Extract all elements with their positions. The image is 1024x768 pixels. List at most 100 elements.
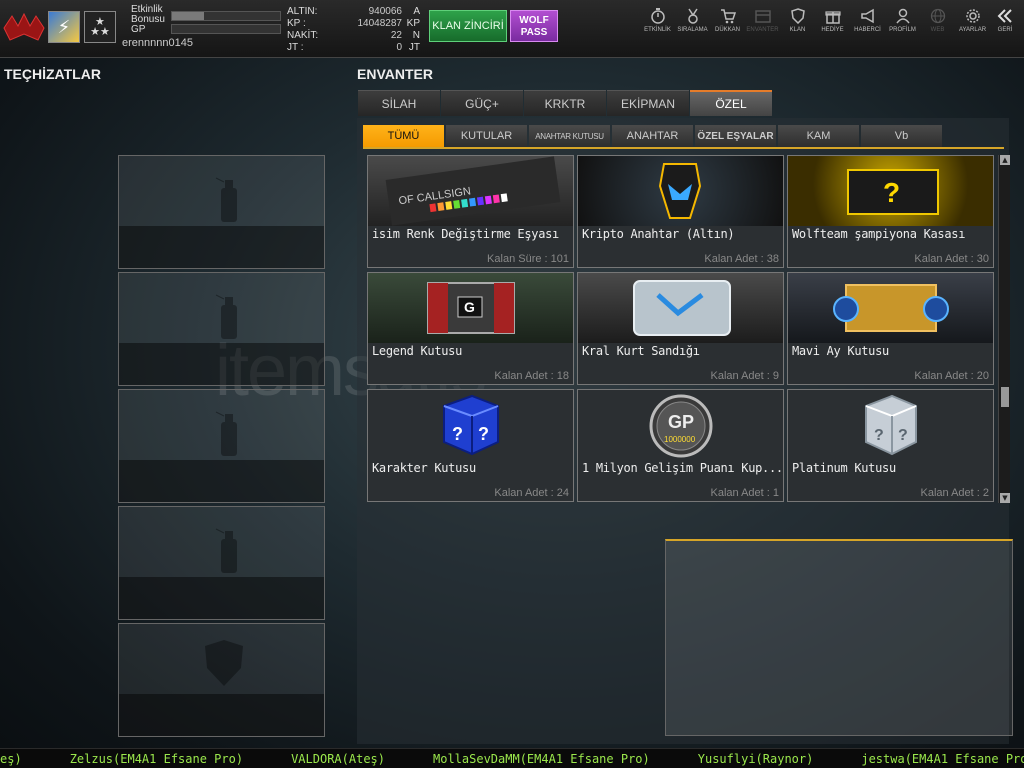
gift-icon bbox=[824, 11, 841, 24]
tab-guc[interactable]: GÜÇ+ bbox=[441, 90, 523, 116]
ticker-entry: VALDORA(Ateş) bbox=[291, 751, 385, 766]
subtab-anahtar-kutusu[interactable]: ANAHTAR KUTUSU bbox=[529, 125, 610, 147]
rank-emblem-icon[interactable]: ⚡ bbox=[48, 11, 80, 43]
nav-ayarlar[interactable]: AYARLAR bbox=[955, 8, 990, 33]
subtab-ozel-esyalar[interactable]: ÖZEL EŞYALAR bbox=[695, 125, 776, 147]
shield-icon bbox=[205, 640, 243, 686]
equip-slot-spray-1[interactable] bbox=[118, 155, 325, 269]
svg-text:GP: GP bbox=[668, 412, 694, 432]
tab-ekipman[interactable]: EKİPMAN bbox=[607, 90, 689, 116]
equip-slot-spray-2[interactable] bbox=[118, 272, 325, 386]
currency-row-jt: JT :0 JT bbox=[287, 42, 420, 53]
nav-siralama[interactable]: SIRALAMA bbox=[675, 8, 710, 33]
nav-klan[interactable]: KLAN bbox=[780, 8, 815, 33]
crypto-key-icon bbox=[578, 156, 783, 226]
inventory-item[interactable]: Mavi Ay Kutusu Kalan Adet : 20 bbox=[787, 272, 994, 385]
scroll-thumb[interactable] bbox=[1001, 387, 1009, 407]
blue-moon-chest-icon bbox=[788, 273, 993, 343]
subtab-kam[interactable]: KAM bbox=[778, 125, 859, 147]
currency-panel: ALTIN: 940066 A KP :14048287 KP NAKİT: 22 N J… bbox=[287, 6, 422, 54]
double-chevron-left-icon bbox=[997, 9, 1012, 23]
subtab-kutular[interactable]: KUTULAR bbox=[446, 125, 527, 147]
top-bar: ⚡ ★ ★★ Etkinlik Bonusu GP erennnnn0145 AL… bbox=[0, 0, 1024, 58]
inventory-tabs: SİLAH GÜÇ+ KRKTR EKİPMAN ÖZEL bbox=[358, 90, 773, 116]
spray-can-icon bbox=[215, 528, 237, 573]
inventory-icon bbox=[754, 10, 771, 23]
stopwatch-icon bbox=[650, 8, 665, 24]
tab-krktr[interactable]: KRKTR bbox=[524, 90, 606, 116]
nav-hediye[interactable]: HEDİYE bbox=[815, 8, 850, 33]
currency-row-nakit: NAKİT: 22 N bbox=[287, 30, 420, 41]
inventory-item[interactable]: G Legend Kutusu Kalan Adet : 18 bbox=[367, 272, 574, 385]
gp-label: GP bbox=[131, 24, 146, 35]
username: erennnnn0145 bbox=[122, 37, 193, 49]
nav-dukkan[interactable]: DÜKKAN bbox=[710, 8, 745, 33]
blue-mystery-box-icon: ?? bbox=[368, 390, 573, 460]
inventory-item[interactable]: GP 1000000 1 Milyon Gelişim Puanı Kup... … bbox=[577, 389, 784, 502]
equip-slot-emblem[interactable] bbox=[118, 623, 325, 737]
tab-silah[interactable]: SİLAH bbox=[358, 90, 440, 116]
silver-chest-icon bbox=[578, 273, 783, 343]
klan-zinciri-button[interactable]: KLAN ZİNCİRİ bbox=[429, 10, 507, 42]
ticker-entry: eş) bbox=[0, 751, 22, 766]
nav-haberci[interactable]: HABERCİ bbox=[850, 8, 885, 33]
ticker-entry: jestwa(EM4A1 Efsane Pro) bbox=[861, 751, 1024, 766]
inventory-title: ENVANTER bbox=[357, 66, 433, 82]
inventory-item[interactable]: ? Wolfteam şampiyona Kasası Kalan Adet :… bbox=[787, 155, 994, 268]
item-detail-box bbox=[665, 539, 1013, 736]
equip-slot-spray-4[interactable] bbox=[118, 506, 325, 620]
svg-text:?: ? bbox=[478, 424, 489, 444]
megaphone-icon bbox=[860, 8, 874, 24]
inventory-item[interactable]: ?? Karakter Kutusu Kalan Adet : 24 bbox=[367, 389, 574, 502]
wolf-pass-button[interactable]: WOLF PASS bbox=[510, 10, 558, 42]
subtab-tumu[interactable]: TÜMÜ bbox=[363, 125, 444, 147]
svg-text:1000000: 1000000 bbox=[664, 435, 696, 444]
subtab-vb[interactable]: Vb bbox=[861, 125, 942, 147]
nav-envanter[interactable]: ENVANTER bbox=[745, 8, 780, 33]
ticker-entry: Yusuflyi(Raynor) bbox=[697, 751, 814, 766]
ticker-entry: Zelzus(EM4A1 Efsane Pro) bbox=[69, 751, 244, 766]
top-nav: ETKİNLİK SIRALAMA DÜKKAN ENVANTER KLAN H… bbox=[640, 8, 1020, 33]
spray-can-icon bbox=[215, 411, 237, 456]
svg-text:?: ? bbox=[452, 424, 463, 444]
inventory-item[interactable]: OF CALLSIGN isim Renk Değiştirme Eşyası … bbox=[367, 155, 574, 268]
gp-coin-icon: GP 1000000 bbox=[578, 390, 783, 460]
inventory-item[interactable]: Kral Kurt Sandığı Kalan Adet : 9 bbox=[577, 272, 784, 385]
svg-text:G: G bbox=[464, 299, 475, 315]
game-logo bbox=[2, 10, 46, 46]
etkinlik-progress-bar bbox=[171, 11, 281, 21]
inventory-item[interactable]: ?? Platinum Kutusu Kalan Adet : 2 bbox=[787, 389, 994, 502]
legend-box-icon: G bbox=[368, 273, 573, 343]
inventory-item[interactable]: Kripto Anahtar (Altın) Kalan Adet : 38 bbox=[577, 155, 784, 268]
spray-can-icon bbox=[215, 294, 237, 339]
tab-ozel[interactable]: ÖZEL bbox=[690, 90, 772, 116]
svg-text:?: ? bbox=[898, 427, 908, 444]
svg-text:?: ? bbox=[874, 427, 884, 444]
nav-etkinlik[interactable]: ETKİNLİK bbox=[640, 8, 675, 33]
equipment-title: TEÇHİZATLAR bbox=[4, 66, 101, 82]
scroll-up-arrow-icon[interactable]: ▲ bbox=[1000, 155, 1010, 165]
player-ticker: eş) Zelzus(EM4A1 Efsane Pro) VALDORA(Ate… bbox=[0, 748, 1024, 768]
stars-emblem-icon[interactable]: ★ ★★ bbox=[84, 11, 116, 43]
currency-row-kp: KP :14048287 KP bbox=[287, 18, 420, 29]
subtab-anahtar[interactable]: ANAHTAR bbox=[612, 125, 693, 147]
ticker-entry: MollaSevDaMM(EM4A1 Efsane Pro) bbox=[433, 751, 650, 766]
gp-progress-bar bbox=[171, 24, 281, 34]
platinum-box-icon: ?? bbox=[788, 390, 993, 460]
nav-profilm[interactable]: PROFİLM bbox=[885, 8, 920, 33]
nav-web[interactable]: WEB bbox=[920, 8, 955, 33]
inventory-subtabs: TÜMÜ KUTULAR ANAHTAR KUTUSU ANAHTAR ÖZEL… bbox=[363, 125, 1004, 149]
scroll-down-arrow-icon[interactable]: ▼ bbox=[1000, 493, 1010, 503]
gear-icon bbox=[965, 9, 980, 23]
svg-text:?: ? bbox=[883, 177, 900, 208]
currency-row-altin: ALTIN: 940066 A bbox=[287, 6, 420, 17]
inventory-scrollbar[interactable]: ▲ ▼ bbox=[998, 155, 1010, 503]
globe-icon bbox=[930, 8, 945, 24]
back-button[interactable]: GERİ bbox=[990, 8, 1020, 33]
etkinlik-label: Etkinlik Bonusu bbox=[131, 4, 165, 25]
shield-icon bbox=[790, 8, 805, 24]
profile-icon bbox=[895, 8, 910, 24]
equip-slot-spray-3[interactable] bbox=[118, 389, 325, 503]
medal-icon bbox=[687, 8, 698, 24]
spray-can-icon bbox=[215, 177, 237, 222]
